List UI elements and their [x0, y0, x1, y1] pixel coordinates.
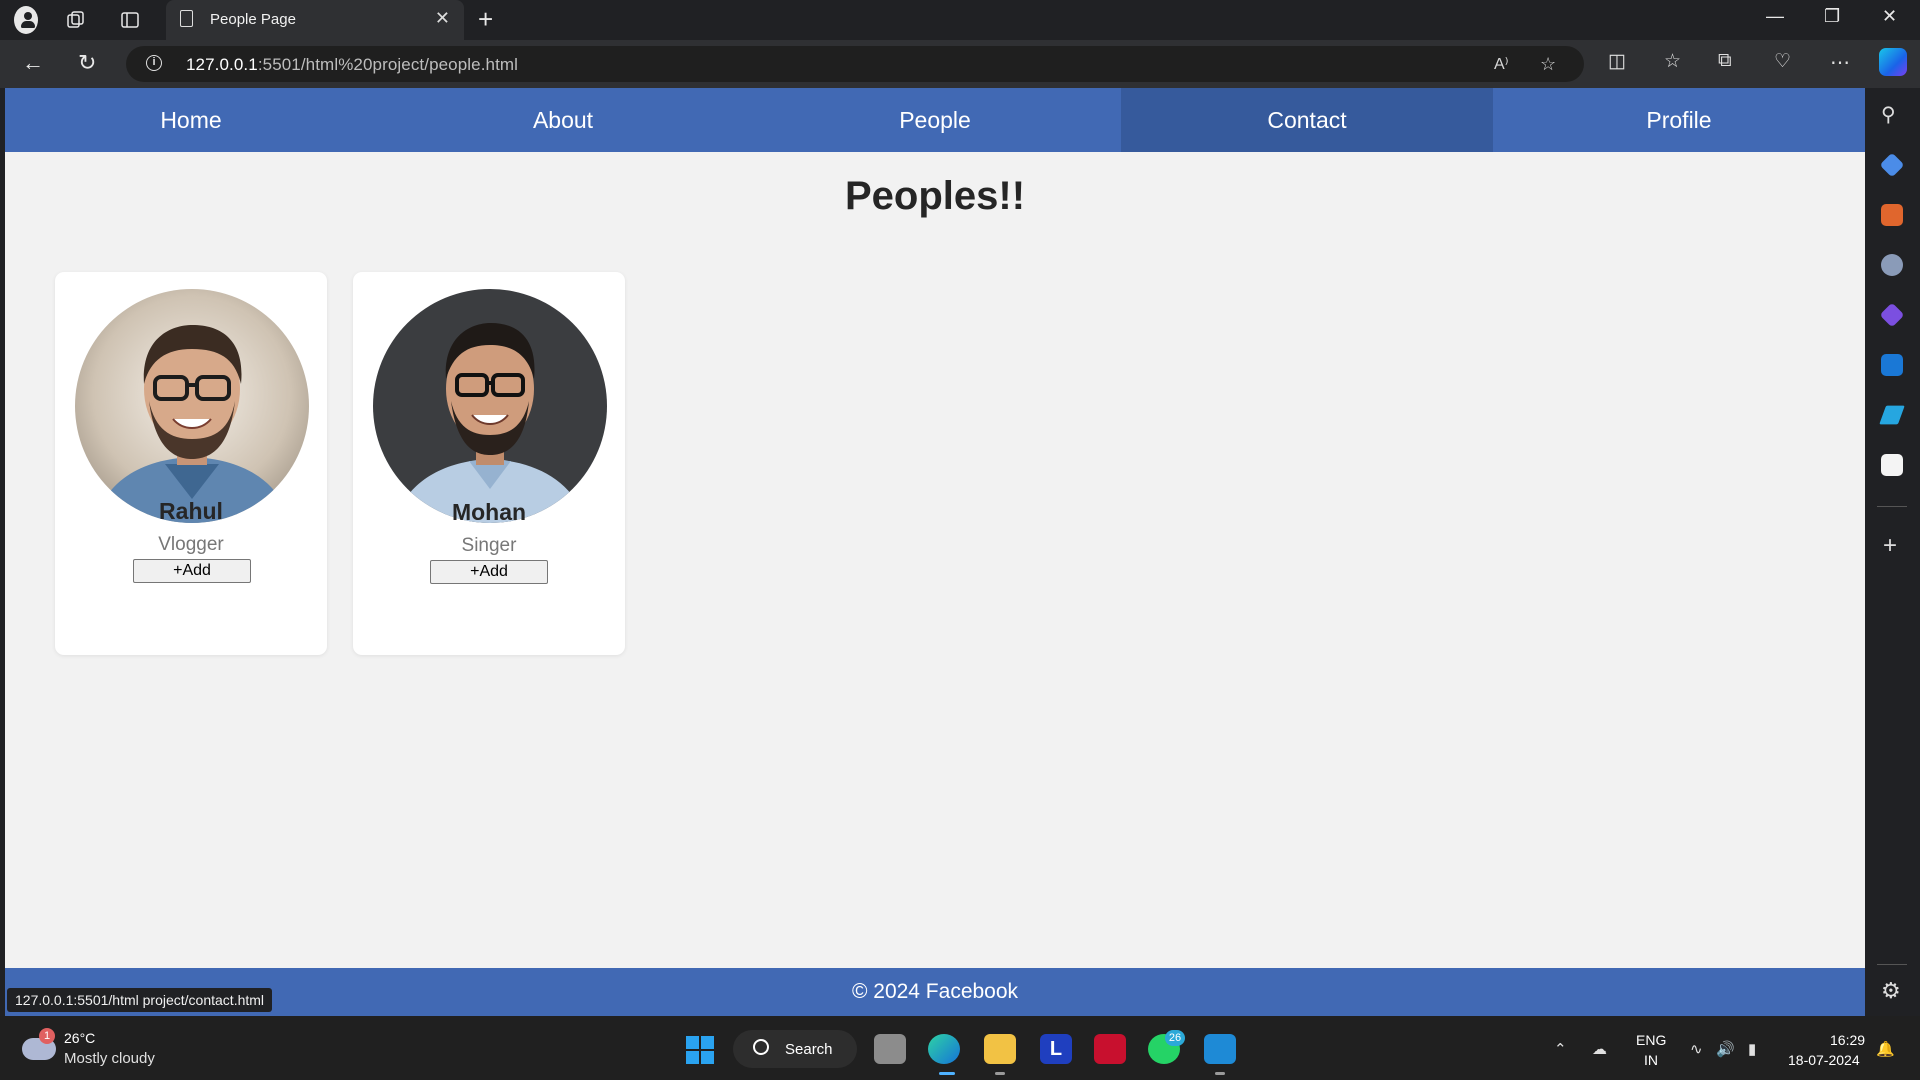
mcafee-icon[interactable] [1094, 1034, 1126, 1064]
favorite-star-icon[interactable]: ☆ [1540, 54, 1556, 75]
running-app-indicator [1215, 1072, 1225, 1075]
notification-bell-icon[interactable]: 🔔 [1876, 1040, 1895, 1058]
avatar [373, 289, 607, 523]
chevron-up-icon[interactable]: ⌃ [1554, 1040, 1567, 1058]
copilot-icon[interactable] [1879, 48, 1907, 76]
refresh-icon[interactable]: ↻ [78, 50, 96, 76]
active-app-indicator [939, 1072, 955, 1075]
favorites-icon[interactable]: ☆ [1664, 50, 1681, 73]
person-role: Vlogger [158, 534, 224, 555]
add-person-button[interactable]: +Add [133, 559, 251, 583]
outlook-icon[interactable] [1881, 354, 1903, 376]
more-options-icon[interactable]: ⋯ [1830, 50, 1850, 75]
sidebar-divider [1877, 506, 1907, 507]
file-explorer-icon[interactable] [984, 1034, 1016, 1064]
whatsapp-badge: 26 [1165, 1030, 1185, 1046]
address-toolbar: ← ↻ i 127.0.0.1:5501/html%20project/peop… [0, 40, 1920, 88]
battery-icon[interactable]: ▮ [1748, 1040, 1756, 1058]
person-card: Rahul Vlogger +Add [55, 272, 327, 655]
task-view-icon[interactable] [874, 1034, 906, 1064]
taskbar-search[interactable]: Search [733, 1030, 857, 1068]
tab-actions-icon[interactable] [118, 8, 142, 32]
taskbar-search-label: Search [785, 1041, 833, 1058]
read-aloud-icon[interactable]: A⁾ [1494, 54, 1509, 74]
wifi-icon[interactable]: ∿ [1690, 1040, 1703, 1058]
sidebar-divider [1877, 964, 1907, 965]
weather-badge: 1 [39, 1028, 55, 1044]
minimize-icon[interactable]: — [1766, 6, 1784, 27]
shopping-tag-icon[interactable] [1879, 152, 1905, 178]
running-app-indicator [995, 1072, 1005, 1075]
tab-people-page[interactable]: People Page ✕ [166, 0, 464, 40]
games-icon[interactable] [1881, 254, 1903, 276]
onedrive-cloud-icon[interactable]: ☁ [1592, 1040, 1607, 1058]
language-indicator[interactable]: ENG [1636, 1032, 1666, 1048]
profile-icon[interactable] [14, 6, 38, 34]
nav-people[interactable]: People [749, 88, 1121, 152]
browser-tab-bar: People Page ✕ + — ❐ ✕ [0, 0, 1920, 40]
nav-contact[interactable]: Contact [1121, 88, 1493, 152]
browser-essentials-icon[interactable]: ♡ [1774, 50, 1791, 73]
nav-home[interactable]: Home [5, 88, 377, 152]
weather-description[interactable]: Mostly cloudy [64, 1050, 155, 1067]
add-person-button[interactable]: +Add [430, 560, 548, 584]
collections-icon[interactable]: ⧉ [1718, 50, 1732, 72]
person-name: Rahul [159, 498, 223, 524]
add-sidebar-app-icon[interactable]: + [1883, 532, 1897, 560]
url-text[interactable]: 127.0.0.1:5501/html%20project/people.htm… [186, 55, 518, 75]
copilot-app-icon[interactable] [1879, 302, 1905, 328]
page-icon [180, 10, 193, 27]
person-card: Mohan Singer +Add [353, 272, 625, 655]
address-bar[interactable]: i 127.0.0.1:5501/html%20project/people.h… [126, 46, 1584, 82]
close-tab-icon[interactable]: ✕ [435, 8, 450, 29]
page-title: Peoples!! [844, 174, 1026, 218]
tab-title: People Page [210, 11, 296, 28]
site-navbar: Home About People Contact Profile [5, 88, 1865, 152]
split-screen-icon[interactable]: ◫ [1608, 50, 1626, 73]
utility-u-icon[interactable] [1881, 454, 1903, 476]
windows-taskbar: 1 26°C Mostly cloudy Search L 26 ⌃ ☁ ENG… [0, 1016, 1920, 1080]
avatar [75, 289, 309, 523]
close-window-icon[interactable]: ✕ [1882, 6, 1897, 27]
clock-date[interactable]: 18-07-2024 [1788, 1052, 1860, 1068]
clock-time[interactable]: 16:29 [1830, 1032, 1865, 1048]
send-icon[interactable] [1879, 405, 1905, 425]
person-name: Mohan [451, 499, 527, 525]
settings-gear-icon[interactable]: ⚙ [1881, 978, 1901, 1004]
tools-briefcase-icon[interactable] [1881, 204, 1903, 226]
person-role: Singer [461, 535, 517, 556]
search-glass-icon [753, 1039, 769, 1055]
status-bar-url: 127.0.0.1:5501/html project/contact.html [7, 988, 273, 1012]
l-app-icon[interactable]: L [1040, 1034, 1072, 1064]
windows-start-icon[interactable] [686, 1036, 714, 1064]
nav-profile[interactable]: Profile [1493, 88, 1865, 152]
edge-browser-icon[interactable] [928, 1034, 960, 1064]
site-info-icon[interactable]: i [146, 55, 162, 71]
new-tab-button[interactable]: + [478, 4, 493, 35]
page-viewport: Home About People Contact Profile People… [5, 88, 1865, 1016]
restore-icon[interactable]: ❐ [1824, 6, 1840, 27]
back-icon[interactable]: ← [22, 50, 44, 76]
edge-sidebar: ⚲ + ⚙ [1865, 88, 1920, 1016]
region-indicator[interactable]: IN [1644, 1052, 1658, 1068]
workspaces-icon[interactable] [64, 8, 88, 32]
volume-icon[interactable]: 🔊 [1716, 1040, 1735, 1058]
vscode-icon[interactable] [1204, 1034, 1236, 1064]
search-icon[interactable]: ⚲ [1881, 102, 1896, 127]
site-footer: © 2024 Facebook [5, 968, 1865, 1016]
nav-about[interactable]: About [377, 88, 749, 152]
weather-temperature[interactable]: 26°C [64, 1030, 95, 1046]
